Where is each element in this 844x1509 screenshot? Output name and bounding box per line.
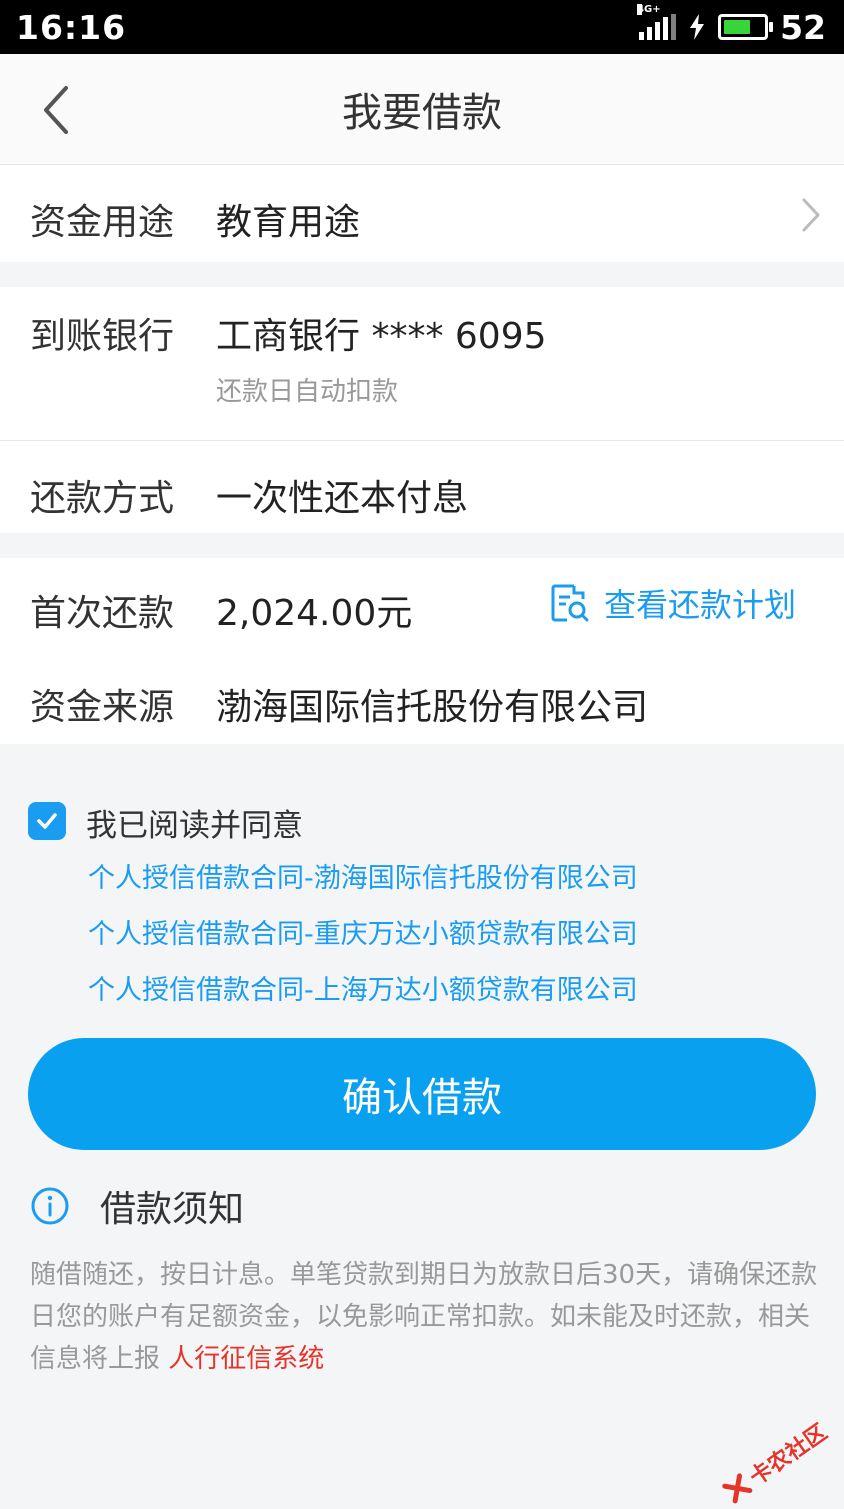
purpose-row[interactable]: 资金用途 教育用途 [0, 165, 844, 262]
bank-sub-note: 还款日自动扣款 [216, 377, 399, 407]
first-repay-value: 2,024.00元 [216, 593, 413, 634]
bank-section: 到账银行 工商银行 **** 6095 还款日自动扣款 还款方式 一次性还本付息 [0, 287, 844, 533]
contract-link-shanghai[interactable]: 个人授信借款合同-上海万达小额贷款有限公司 [88, 968, 638, 1007]
battery-percent: 52 [780, 7, 826, 47]
status-bar: 16:16 4G+ 52 [0, 0, 844, 54]
repay-info-section: 首次还款 2,024.00元 查看还款计划 资金来源 渤海国际信托股份有限公司 [0, 558, 844, 744]
checkmark-icon [37, 813, 57, 829]
view-repay-plan-link[interactable]: 查看还款计划 [550, 580, 796, 626]
watermark: 卡农社区 [717, 1415, 832, 1509]
contract-link-bohai[interactable]: 个人授信借款合同-渤海国际信托股份有限公司 [88, 856, 638, 895]
purpose-label: 资金用途 [30, 202, 175, 243]
divider [0, 440, 844, 441]
notice-header: 借款须知 [30, 1180, 244, 1232]
chevron-right-icon [802, 198, 820, 232]
agreement-checkbox[interactable] [28, 802, 66, 840]
repay-method-value: 一次性还本付息 [216, 478, 469, 519]
notice-title: 借款须知 [100, 1189, 245, 1230]
info-icon [31, 1187, 69, 1225]
purpose-value: 教育用途 [216, 202, 361, 243]
funding-label: 资金来源 [30, 687, 175, 728]
network-type: 4G+ [637, 4, 661, 15]
page-title: 我要借款 [342, 90, 502, 136]
notice-text: 随借随还，按日计息。单笔贷款到期日为放款日后30天，请确保还款日您的账户有足额资… [30, 1260, 818, 1374]
nav-bar: 我要借款 [0, 54, 844, 165]
back-arrow-icon[interactable] [36, 82, 76, 138]
agreement-text: 我已阅读并同意 [86, 808, 303, 844]
battery-icon [718, 14, 774, 40]
signal-icon: 4G+ [637, 4, 677, 40]
confirm-loan-button[interactable]: 确认借款 [28, 1038, 816, 1150]
view-repay-plan-text: 查看还款计划 [604, 586, 797, 624]
first-repay-label: 首次还款 [30, 593, 175, 634]
watermark-text: 卡农社区 [745, 1419, 832, 1491]
bank-value: 工商银行 **** 6095 [216, 316, 547, 357]
bank-label: 到账银行 [30, 316, 175, 357]
repay-method-label: 还款方式 [30, 478, 175, 519]
status-time: 16:16 [16, 7, 127, 47]
notice-body: 随借随还，按日计息。单笔贷款到期日为放款日后30天，请确保还款日您的账户有足额资… [30, 1254, 820, 1380]
charging-icon [690, 14, 705, 40]
repay-plan-icon [551, 584, 589, 622]
status-icons: 4G+ 52 [637, 4, 826, 47]
funding-value: 渤海国际信托股份有限公司 [216, 687, 649, 728]
contract-link-chongqing[interactable]: 个人授信借款合同-重庆万达小额贷款有限公司 [88, 912, 638, 951]
credit-system-highlight: 人行征信系统 [168, 1344, 325, 1374]
